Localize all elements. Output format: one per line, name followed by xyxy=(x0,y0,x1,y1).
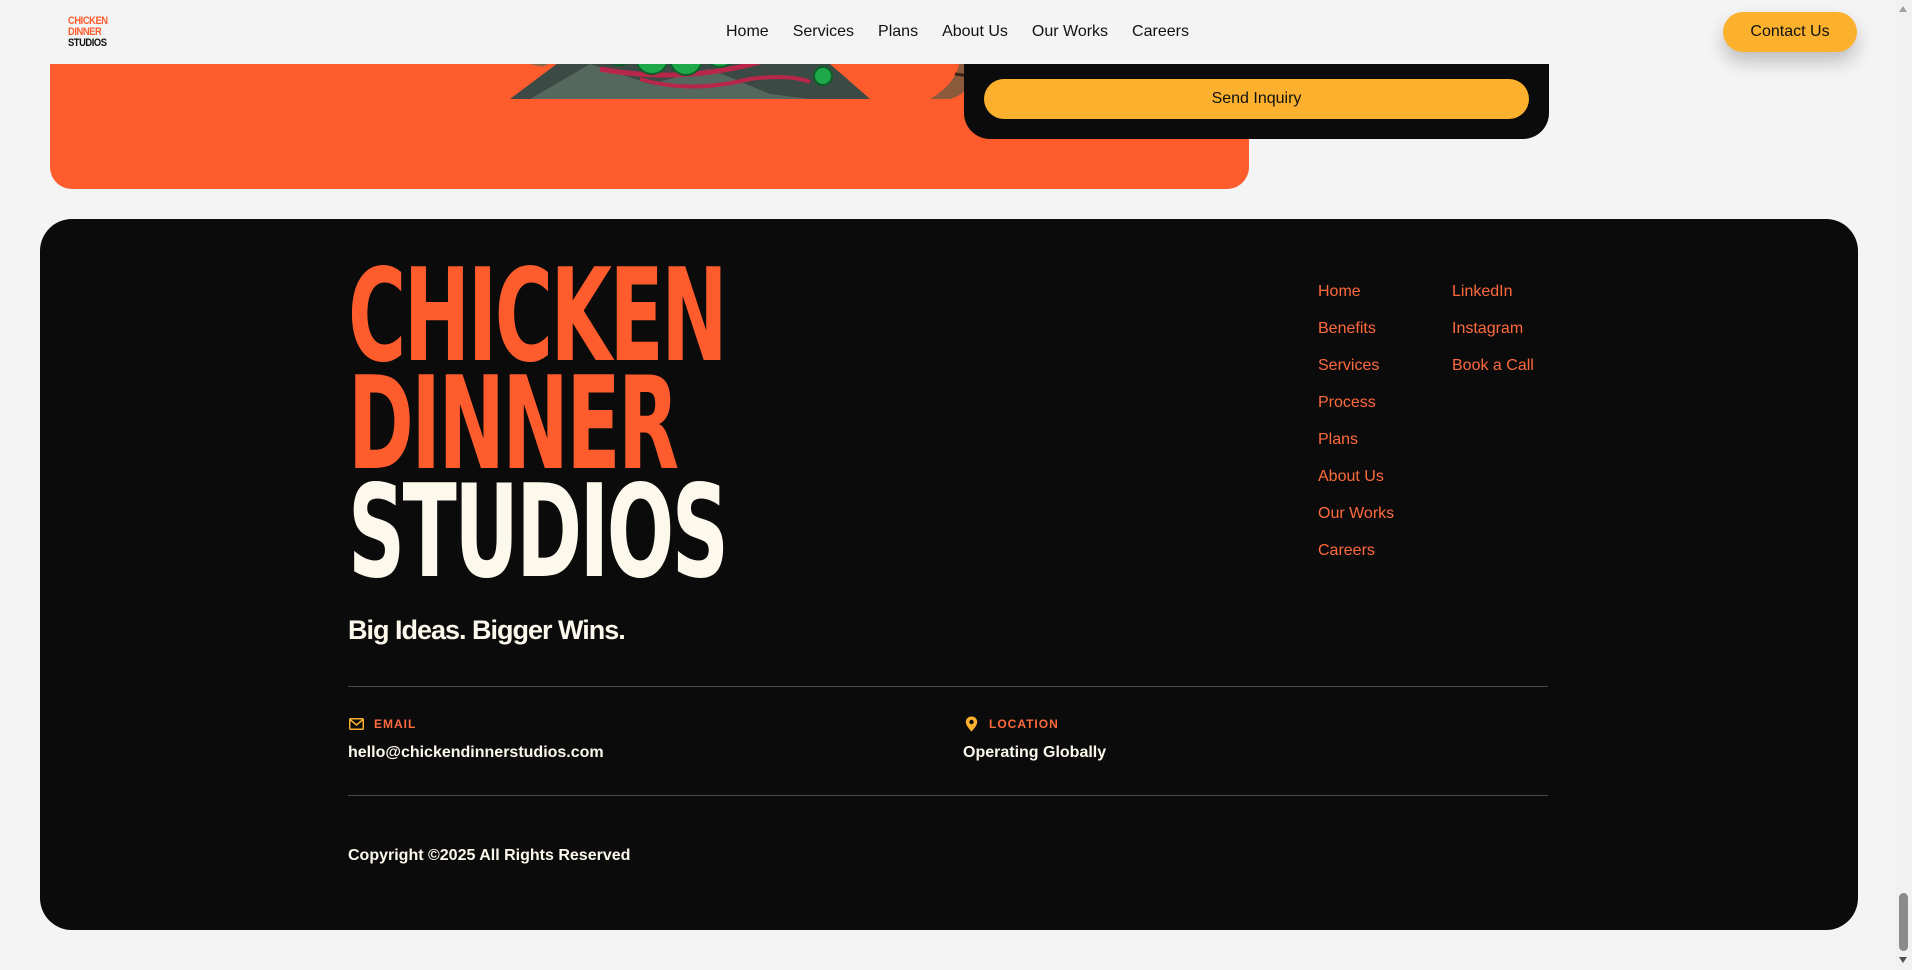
nav-careers[interactable]: Careers xyxy=(1132,20,1189,44)
footer-links-social: LinkedIn Instagram Book a Call xyxy=(1452,281,1534,377)
nav-our-works[interactable]: Our Works xyxy=(1032,20,1108,44)
logo-line-1: CHICKEN xyxy=(68,14,108,27)
location-label-row: LOCATION xyxy=(963,716,1106,732)
footer-link-home[interactable]: Home xyxy=(1318,281,1394,303)
footer-tagline: Big Ideas. Bigger Wins. xyxy=(348,615,626,645)
scroll-down-arrow-icon[interactable] xyxy=(1899,957,1907,963)
footer-link-benefits[interactable]: Benefits xyxy=(1318,318,1394,340)
logo-line-2: DINNER xyxy=(68,25,102,38)
footer-logo: CHICKEN DINNER STUDIOS xyxy=(348,253,729,607)
email-value[interactable]: hello@chickendinnerstudios.com xyxy=(348,744,604,762)
location-label: LOCATION xyxy=(989,717,1059,731)
footer-link-process[interactable]: Process xyxy=(1318,392,1394,414)
send-inquiry-button[interactable]: Send Inquiry xyxy=(984,79,1529,119)
logo-line-3: STUDIOS xyxy=(68,36,107,49)
footer-link-book-a-call[interactable]: Book a Call xyxy=(1452,355,1534,377)
nav-services[interactable]: Services xyxy=(793,20,854,44)
copyright-text: Copyright ©2025 All Rights Reserved xyxy=(348,847,631,864)
scroll-up-arrow-icon[interactable] xyxy=(1899,6,1907,12)
footer-link-about-us[interactable]: About Us xyxy=(1318,466,1394,488)
footer-links-pages: Home Benefits Services Process Plans Abo… xyxy=(1318,281,1394,562)
footer-link-careers[interactable]: Careers xyxy=(1318,540,1394,562)
site-footer: CHICKEN DINNER STUDIOS Big Ideas. Bigger… xyxy=(40,219,1858,930)
email-label-row: EMAIL xyxy=(348,716,604,732)
email-info: EMAIL hello@chickendinnerstudios.com xyxy=(348,716,604,762)
footer-link-services[interactable]: Services xyxy=(1318,355,1394,377)
scrollbar-thumb[interactable] xyxy=(1899,893,1908,951)
nav-about-us[interactable]: About Us xyxy=(942,20,1008,44)
header-logo[interactable]: CHICKEN DINNER STUDIOS xyxy=(68,13,108,51)
envelope-icon xyxy=(348,716,364,732)
location-value: Operating Globally xyxy=(963,744,1107,761)
footer-divider-top xyxy=(348,686,1548,687)
nav-home[interactable]: Home xyxy=(726,20,769,44)
main-nav: Home Services Plans About Us Our Works C… xyxy=(726,20,1189,44)
footer-logo-line-3: STUDIOS xyxy=(348,458,729,607)
footer-link-instagram[interactable]: Instagram xyxy=(1452,318,1534,340)
contact-us-button[interactable]: Contact Us xyxy=(1723,12,1857,52)
email-label: EMAIL xyxy=(374,717,417,731)
page: Send Inquiry CHICKEN DINNER STUDIOS Home… xyxy=(0,0,1912,970)
footer-link-our-works[interactable]: Our Works xyxy=(1318,503,1394,525)
nav-plans[interactable]: Plans xyxy=(878,20,918,44)
site-header: CHICKEN DINNER STUDIOS Home Services Pla… xyxy=(0,0,1895,64)
map-pin-icon xyxy=(963,716,979,732)
page-scrollbar[interactable] xyxy=(1895,0,1912,970)
footer-divider-bottom xyxy=(348,795,1548,796)
footer-link-linkedin[interactable]: LinkedIn xyxy=(1452,281,1534,303)
footer-link-plans[interactable]: Plans xyxy=(1318,429,1394,451)
location-info: LOCATION Operating Globally xyxy=(963,716,1106,762)
